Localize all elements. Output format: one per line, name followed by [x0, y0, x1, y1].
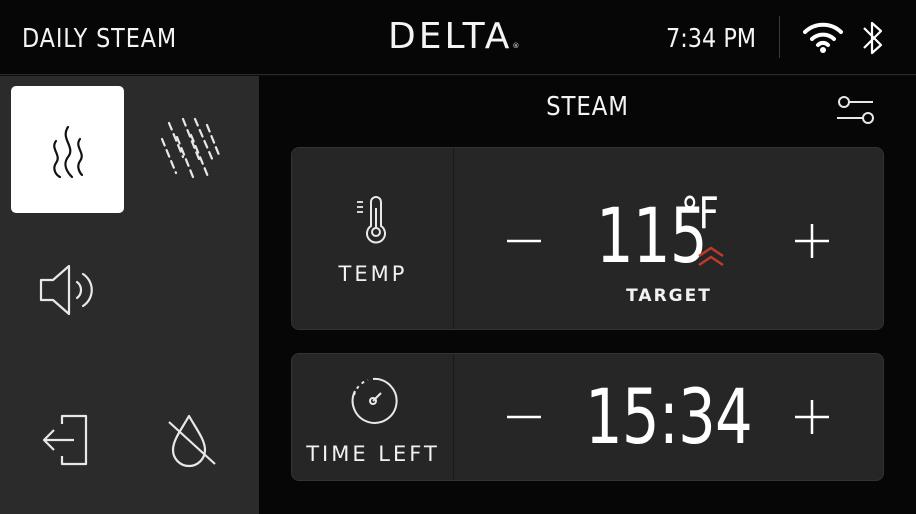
timer-icon	[351, 377, 398, 424]
brand-logo: DELTA®	[388, 16, 519, 57]
brand-name: DELTA	[388, 16, 513, 57]
sidebar-item-audio[interactable]	[11, 226, 124, 353]
speaker-icon	[39, 264, 93, 315]
rising-chevrons-icon	[698, 246, 724, 267]
section-title: STEAM	[546, 92, 629, 122]
mode-sidebar	[0, 76, 259, 514]
time-left-value: 15:34	[585, 372, 753, 461]
header-divider	[779, 16, 780, 58]
exit-icon	[42, 414, 87, 465]
temperature-increase-button[interactable]	[787, 216, 837, 266]
bluetooth-icon[interactable]	[860, 18, 886, 58]
sidebar-item-rain-shower[interactable]	[134, 86, 247, 213]
time-left-label-column: TIME LEFT	[292, 354, 454, 480]
time-left-label: TIME LEFT	[306, 442, 440, 466]
status-bar: DAILY STEAM DELTA® 7:34 PM	[0, 0, 916, 75]
mode-title: DAILY STEAM	[22, 24, 178, 54]
target-label: TARGET	[626, 286, 712, 306]
temperature-decrease-button[interactable]	[499, 216, 549, 266]
rain-icon	[160, 117, 220, 180]
filter-sliders-icon[interactable]	[833, 92, 879, 132]
steam-icon	[52, 125, 83, 178]
sidebar-item-water-off[interactable]	[134, 376, 247, 503]
temperature-unit: °F	[681, 188, 719, 239]
time-left-card: TIME LEFT 15:34	[291, 353, 884, 481]
temperature-label-column: TEMP	[292, 148, 454, 329]
sidebar-item-exit[interactable]	[11, 376, 124, 503]
temperature-card: TEMP 115 °F TARGET	[291, 147, 884, 330]
clock: 7:34 PM	[666, 24, 757, 54]
temperature-label: TEMP	[338, 262, 408, 286]
sidebar-item-steam[interactable]	[11, 86, 124, 213]
brand-registered-mark: ®	[512, 42, 520, 50]
main-panel: STEAM TEMP 115 °F TARGET TIME LEFT 15:34	[259, 76, 916, 514]
time-decrease-button[interactable]	[499, 392, 549, 442]
time-increase-button[interactable]	[787, 392, 837, 442]
thermometer-icon	[356, 196, 386, 244]
wifi-icon[interactable]	[802, 20, 844, 54]
water-off-icon	[167, 414, 216, 467]
